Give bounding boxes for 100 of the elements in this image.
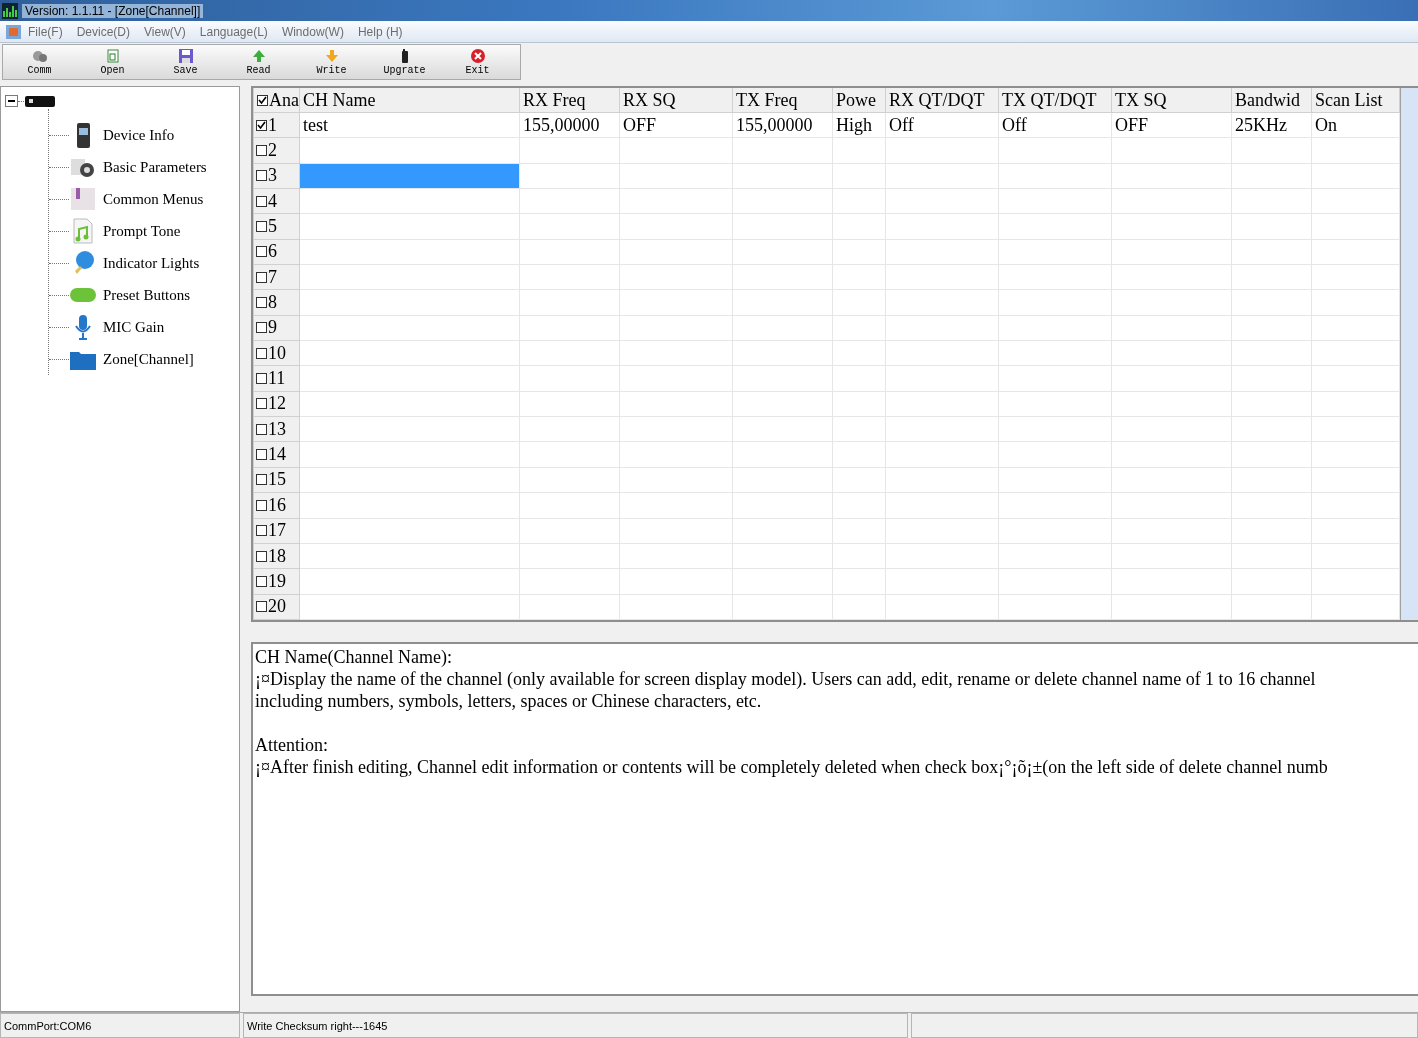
checkbox[interactable] [256, 271, 267, 283]
table-cell[interactable] [519, 264, 620, 290]
table-cell[interactable] [619, 467, 733, 493]
table-cell[interactable] [299, 239, 520, 265]
table-cell[interactable] [732, 391, 833, 417]
table-cell[interactable] [1111, 391, 1232, 417]
table-cell[interactable]: 155,00000 [732, 112, 833, 138]
table-cell[interactable] [619, 365, 733, 392]
table-cell[interactable] [1231, 518, 1312, 544]
table-cell[interactable] [299, 492, 520, 518]
checkbox[interactable] [256, 373, 267, 385]
table-cell[interactable] [1111, 315, 1232, 341]
table-cell[interactable] [1231, 264, 1312, 290]
table-cell[interactable] [1111, 543, 1232, 569]
table-cell[interactable] [519, 315, 620, 341]
table-cell[interactable] [732, 264, 833, 290]
table-cell[interactable] [299, 543, 520, 569]
table-cell[interactable] [1311, 568, 1400, 595]
table-cell[interactable] [619, 518, 733, 544]
table-cell[interactable] [519, 340, 620, 366]
table-cell[interactable] [732, 441, 833, 468]
table-cell[interactable] [732, 137, 833, 164]
table-cell[interactable] [998, 289, 1112, 316]
column-header[interactable]: CH Name [299, 88, 520, 113]
table-cell[interactable] [732, 543, 833, 569]
table-cell[interactable] [519, 492, 620, 518]
table-cell[interactable] [519, 518, 620, 544]
table-cell[interactable] [1111, 365, 1232, 392]
table-cell[interactable] [519, 137, 620, 164]
table-cell[interactable]: test [299, 112, 520, 138]
selected-cell[interactable] [299, 163, 520, 189]
table-cell[interactable] [885, 594, 999, 620]
table-cell[interactable] [1311, 264, 1400, 290]
table-cell[interactable] [1111, 213, 1232, 240]
table-cell[interactable] [885, 467, 999, 493]
table-cell[interactable] [998, 467, 1112, 493]
table-cell[interactable] [1111, 492, 1232, 518]
table-cell[interactable] [1111, 594, 1232, 620]
table-cell[interactable] [1311, 467, 1400, 493]
tree-item[interactable]: Device Info [103, 126, 175, 144]
table-cell[interactable] [1311, 365, 1400, 392]
checkbox[interactable] [256, 170, 267, 182]
table-cell[interactable] [732, 416, 833, 442]
table-cell[interactable] [885, 365, 999, 392]
table-cell[interactable] [998, 543, 1112, 569]
table-cell[interactable] [1311, 163, 1400, 189]
table-cell[interactable] [1111, 264, 1232, 290]
table-cell[interactable] [519, 213, 620, 240]
table-cell[interactable] [1231, 441, 1312, 468]
table-cell[interactable] [619, 163, 733, 189]
checkbox[interactable] [256, 601, 267, 613]
table-cell[interactable] [1311, 416, 1400, 442]
menu-item[interactable]: File(F) [21, 24, 70, 39]
table-cell[interactable] [998, 568, 1112, 595]
table-cell[interactable]: Off [885, 112, 999, 138]
tree-item[interactable]: Common Menus [103, 190, 204, 208]
table-cell[interactable] [998, 315, 1112, 341]
column-header[interactable]: RX SQ [619, 88, 733, 113]
table-cell[interactable] [1231, 467, 1312, 493]
tree-item[interactable]: Prompt Tone [103, 222, 181, 240]
column-header[interactable]: RX Freq [519, 88, 620, 113]
table-cell[interactable] [1231, 289, 1312, 316]
table-cell[interactable] [732, 340, 833, 366]
table-cell[interactable] [299, 518, 520, 544]
table-cell[interactable] [732, 213, 833, 240]
table-cell[interactable] [1311, 137, 1400, 164]
table-cell[interactable] [1111, 137, 1232, 164]
table-cell[interactable] [732, 568, 833, 595]
table-cell[interactable] [519, 467, 620, 493]
table-cell[interactable] [885, 188, 999, 214]
table-cell[interactable] [885, 518, 999, 544]
collapse-toggle[interactable] [5, 95, 18, 107]
table-cell[interactable] [299, 365, 520, 392]
menu-item[interactable]: Language(L) [192, 24, 275, 39]
table-cell[interactable] [885, 239, 999, 265]
table-cell[interactable] [299, 289, 520, 316]
table-cell[interactable] [519, 441, 620, 468]
table-cell[interactable] [998, 441, 1112, 468]
table-cell[interactable] [885, 289, 999, 316]
column-header[interactable]: TX SQ [1111, 88, 1232, 113]
table-cell[interactable] [998, 264, 1112, 290]
checkbox[interactable] [256, 499, 267, 511]
menu-item[interactable]: Device(D) [69, 24, 137, 39]
table-cell[interactable]: 155,00000 [519, 112, 620, 138]
table-cell[interactable] [1311, 441, 1400, 468]
table-cell[interactable] [519, 543, 620, 569]
column-header[interactable]: Powe [832, 88, 886, 113]
table-cell[interactable] [885, 441, 999, 468]
table-cell[interactable] [619, 264, 733, 290]
table-cell[interactable] [299, 340, 520, 366]
table-cell[interactable] [619, 441, 733, 468]
table-cell[interactable] [619, 239, 733, 265]
table-cell[interactable] [732, 594, 833, 620]
checkbox[interactable] [256, 221, 267, 233]
table-cell[interactable] [519, 594, 620, 620]
table-cell[interactable] [619, 289, 733, 316]
table-cell[interactable] [885, 264, 999, 290]
table-cell[interactable] [1311, 543, 1400, 569]
table-cell[interactable] [519, 391, 620, 417]
table-cell[interactable] [998, 239, 1112, 265]
